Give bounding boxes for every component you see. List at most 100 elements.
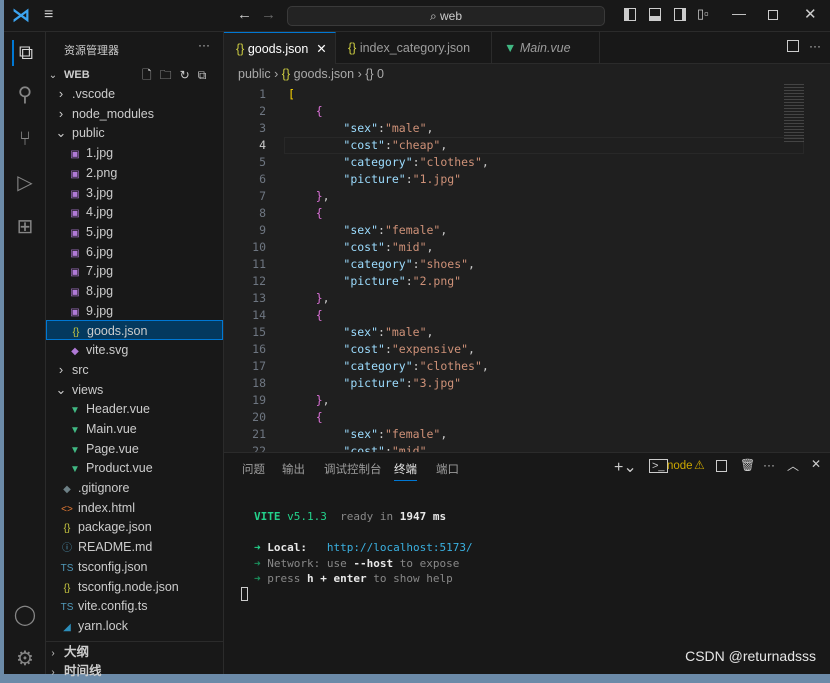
tab-terminal[interactable]: 终端 — [394, 461, 417, 481]
toggle-secondary-sidebar-icon[interactable] — [674, 8, 686, 21]
tree-item-label: .vscode — [72, 87, 116, 101]
tree-file[interactable]: {} tsconfig.node.json — [46, 577, 223, 597]
line-number: 12 — [252, 274, 266, 288]
tree-file[interactable]: ⓘ README.md — [46, 537, 223, 557]
tree-item-label: Product.vue — [86, 461, 153, 476]
tab-index-category-json[interactable]: {} index_category.json — [336, 32, 492, 64]
tree-file[interactable]: {} goods.json — [46, 320, 223, 341]
tab-ports[interactable]: 端口 — [436, 461, 459, 477]
customize-layout-icon[interactable]: ▯▫ — [697, 6, 709, 22]
tree-item-label: yarn.lock — [78, 618, 129, 633]
close-window-icon[interactable]: ✕ — [804, 5, 817, 23]
tree-item-label: public — [72, 126, 105, 141]
toggle-sidebar-icon[interactable] — [624, 8, 636, 21]
close-panel-icon[interactable]: ✕ — [811, 457, 821, 471]
local-url-link[interactable]: http://localhost:5173/ — [327, 541, 473, 554]
code-line: "sex":"male", — [343, 121, 434, 135]
back-icon[interactable]: ← — [237, 6, 252, 23]
tree-file[interactable]: TS vite.config.ts — [46, 596, 223, 616]
editor-tabs: {} goods.json ✕ {} index_category.json ▼ … — [224, 32, 830, 64]
breadcrumb-symbol[interactable]: {} 0 — [365, 67, 384, 81]
tree-item-label: vite.svg — [86, 343, 129, 358]
tree-file[interactable]: ▼ Main.vue — [46, 419, 223, 439]
code-line: { — [315, 308, 323, 322]
search-input[interactable]: ⌕ web — [287, 6, 605, 26]
new-terminal-icon[interactable]: +⌄ — [614, 457, 637, 477]
tree-item-label: index.html — [78, 500, 135, 515]
tree-folder[interactable]: ⌄ views — [46, 380, 223, 400]
tab-output[interactable]: 输出 — [282, 461, 305, 477]
new-folder-icon[interactable]: 🗀 — [160, 68, 180, 82]
menu-icon[interactable]: ≡ — [44, 6, 53, 24]
code-line: "picture":"1.jpg" — [343, 172, 462, 186]
tab-debug-console[interactable]: 调试控制台 — [324, 461, 382, 477]
tree-folder[interactable]: › .vscode — [46, 84, 223, 104]
trash-icon[interactable]: 🗑 — [740, 458, 755, 472]
toggle-panel-icon[interactable] — [649, 8, 661, 21]
tree-file[interactable]: ▣ 1.jpg — [46, 143, 223, 163]
line-number: 16 — [252, 342, 266, 356]
terminal-name[interactable]: node — [667, 460, 693, 472]
tab-goods-json[interactable]: {} goods.json ✕ — [224, 32, 336, 64]
tree-file[interactable]: ▣ 5.jpg — [46, 222, 223, 242]
tree-file[interactable]: TS tsconfig.json — [46, 557, 223, 577]
tab-main-vue[interactable]: ▼ Main.vue — [492, 32, 600, 64]
breadcrumb-file[interactable]: goods.json — [294, 67, 354, 81]
settings-gear-icon[interactable]: ⚙ — [12, 646, 38, 672]
split-editor-icon[interactable] — [787, 40, 799, 52]
tree-file[interactable]: ◢ yarn.lock — [46, 616, 223, 636]
maximize-icon[interactable] — [768, 10, 778, 20]
tree-folder[interactable]: › src — [46, 360, 223, 380]
tree-folder[interactable]: › node_modules — [46, 104, 223, 124]
terminal-line-help: ➜ press h + enter to show help — [254, 572, 453, 585]
tree-file[interactable]: ▣ 2.png — [46, 163, 223, 183]
tree-file[interactable]: ▣ 9.jpg — [46, 301, 223, 321]
terminal-cursor — [241, 587, 248, 601]
tree-file[interactable]: ◆ .gitignore — [46, 478, 223, 498]
line-number: 11 — [252, 257, 266, 271]
tab-problems[interactable]: 问题 — [242, 461, 265, 477]
breadcrumb-public[interactable]: public — [238, 67, 271, 81]
new-file-icon[interactable]: 🗋 — [142, 68, 160, 82]
tree-file[interactable]: ▼ Header.vue — [46, 399, 223, 419]
tree-file[interactable]: ▣ 3.jpg — [46, 183, 223, 203]
collapse-all-icon[interactable]: ⧉ — [198, 68, 215, 82]
code-line: "category":"clothes", — [343, 155, 489, 169]
more-actions-icon[interactable]: ··· — [763, 458, 775, 472]
tree-file[interactable]: ▣ 8.jpg — [46, 281, 223, 301]
tree-folder[interactable]: ⌄ public — [46, 123, 223, 143]
line-number: 7 — [259, 189, 266, 203]
split-terminal-icon[interactable] — [716, 460, 727, 472]
tree-file[interactable]: {} package.json — [46, 517, 223, 537]
close-tab-icon[interactable]: ✕ — [316, 42, 326, 56]
extensions-icon[interactable]: ⊞ — [12, 214, 38, 240]
tree-file[interactable]: ▣ 7.jpg — [46, 261, 223, 281]
refresh-icon[interactable]: ↻ — [180, 68, 198, 82]
source-control-icon[interactable]: ⑂ — [12, 126, 38, 152]
tree-file[interactable]: ◆ vite.svg — [46, 340, 223, 360]
minimap[interactable] — [784, 84, 804, 144]
line-number: 1 — [259, 87, 266, 101]
more-actions-icon[interactable]: ··· — [809, 39, 821, 53]
tree-file[interactable]: ▼ Product.vue — [46, 458, 223, 478]
tree-file[interactable]: ▣ 6.jpg — [46, 242, 223, 262]
account-icon[interactable]: ◯ — [12, 602, 38, 628]
line-number: 9 — [259, 223, 266, 237]
tree-item-label: node_modules — [72, 106, 155, 121]
explorer-icon[interactable]: ⧉ — [12, 40, 38, 66]
maximize-panel-icon[interactable]: ︿ — [787, 457, 799, 474]
forward-icon[interactable]: → — [261, 6, 276, 23]
code-editor[interactable]: 1 [2 {3 "sex":"male", 4 "cost":"cheap", 5 "… — [224, 84, 830, 452]
outline-section[interactable]: › 大纲 — [46, 641, 223, 661]
tree-file[interactable]: <> index.html — [46, 498, 223, 518]
tree-item-label: 8.jpg — [86, 284, 114, 298]
run-debug-icon[interactable]: ▷ — [12, 170, 38, 196]
search-icon[interactable]: ⚲ — [12, 82, 38, 108]
minimize-icon[interactable]: — — [732, 5, 746, 21]
line-number: 6 — [259, 172, 266, 186]
timeline-section[interactable]: › 时间线 — [46, 661, 223, 681]
more-actions-icon[interactable]: ··· — [198, 38, 210, 52]
breadcrumb: public › {} goods.json › {} 0 — [238, 67, 384, 81]
tree-file[interactable]: ▣ 4.jpg — [46, 202, 223, 222]
tree-file[interactable]: ▼ Page.vue — [46, 439, 223, 459]
